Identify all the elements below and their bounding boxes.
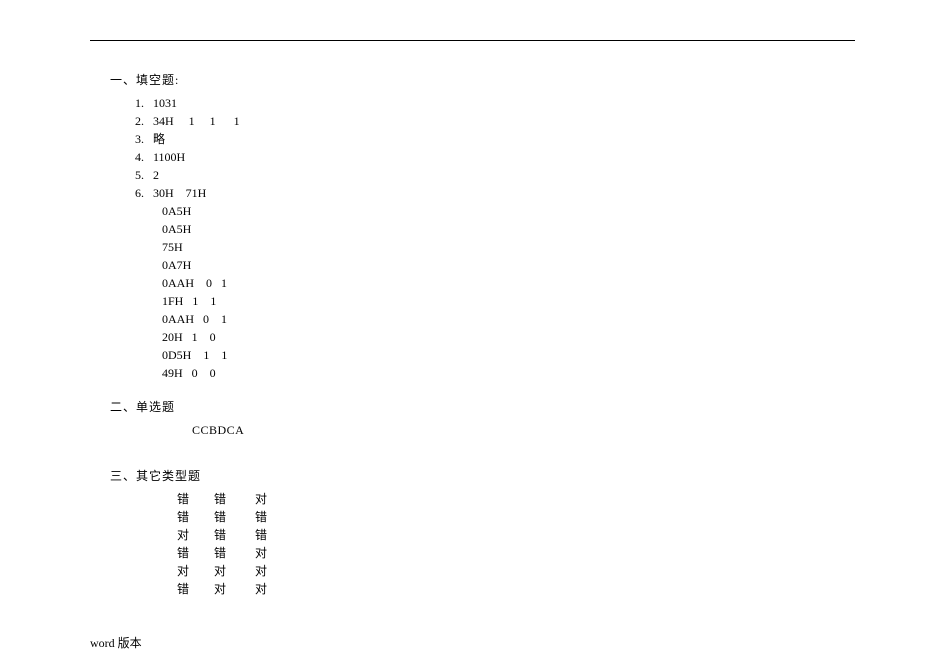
section-2-title: 二、单选题	[110, 398, 855, 415]
item-num: 1.	[135, 96, 144, 110]
section-2: 二、单选题 CCBDCA	[97, 398, 855, 439]
list-item: 2. 34H 1 1 1	[135, 112, 855, 130]
sub-line: 75H	[162, 238, 855, 256]
item-num: 3.	[135, 132, 144, 146]
item-text: 1031	[153, 96, 177, 110]
section-3-title: 三、其它类型题	[110, 467, 855, 484]
judge-row: 错 错 对	[177, 544, 855, 562]
sub-line: 1FH 1 1	[162, 292, 855, 310]
item-num: 5.	[135, 168, 144, 182]
item-text: 1100H	[153, 150, 185, 164]
list-item: 3. 略	[135, 130, 855, 148]
top-divider	[90, 40, 855, 41]
item-num: 4.	[135, 150, 144, 164]
item-text: 2	[153, 168, 159, 182]
item-text: 30H 71H	[153, 186, 206, 200]
list-item: 1. 1031	[135, 94, 855, 112]
judge-row: 错 对 对	[177, 580, 855, 598]
list-item: 5. 2	[135, 166, 855, 184]
section-2-answers: CCBDCA	[192, 421, 855, 439]
list-item: 4. 1100H	[135, 148, 855, 166]
sub-line: 0A5H	[162, 202, 855, 220]
item-text: 略	[153, 132, 165, 146]
sub-line: 49H 0 0	[162, 364, 855, 382]
sub-line: 0AAH 0 1	[162, 310, 855, 328]
section-1-title: 一、填空题:	[110, 71, 855, 88]
judge-row: 对 错 错	[177, 526, 855, 544]
sub-line: 20H 1 0	[162, 328, 855, 346]
list-item: 6. 30H 71H	[135, 184, 855, 202]
judge-row: 错 错 对	[177, 490, 855, 508]
sub-line: 0AAH 0 1	[162, 274, 855, 292]
item-text: 34H 1 1 1	[153, 114, 240, 128]
section-3: 三、其它类型题 错 错 对 错 错 错 对 错 错 错 错 对 对 对 对 错 …	[97, 467, 855, 598]
judge-row: 错 错 错	[177, 508, 855, 526]
item-num: 6.	[135, 186, 144, 200]
document-page: 一、填空题: 1. 1031 2. 34H 1 1 1 3. 略 4. 1100…	[0, 0, 945, 618]
judge-row: 对 对 对	[177, 562, 855, 580]
footer-text: word 版本	[90, 634, 142, 651]
item-num: 2.	[135, 114, 144, 128]
sub-line: 0A5H	[162, 220, 855, 238]
sub-line: 0D5H 1 1	[162, 346, 855, 364]
sub-line: 0A7H	[162, 256, 855, 274]
